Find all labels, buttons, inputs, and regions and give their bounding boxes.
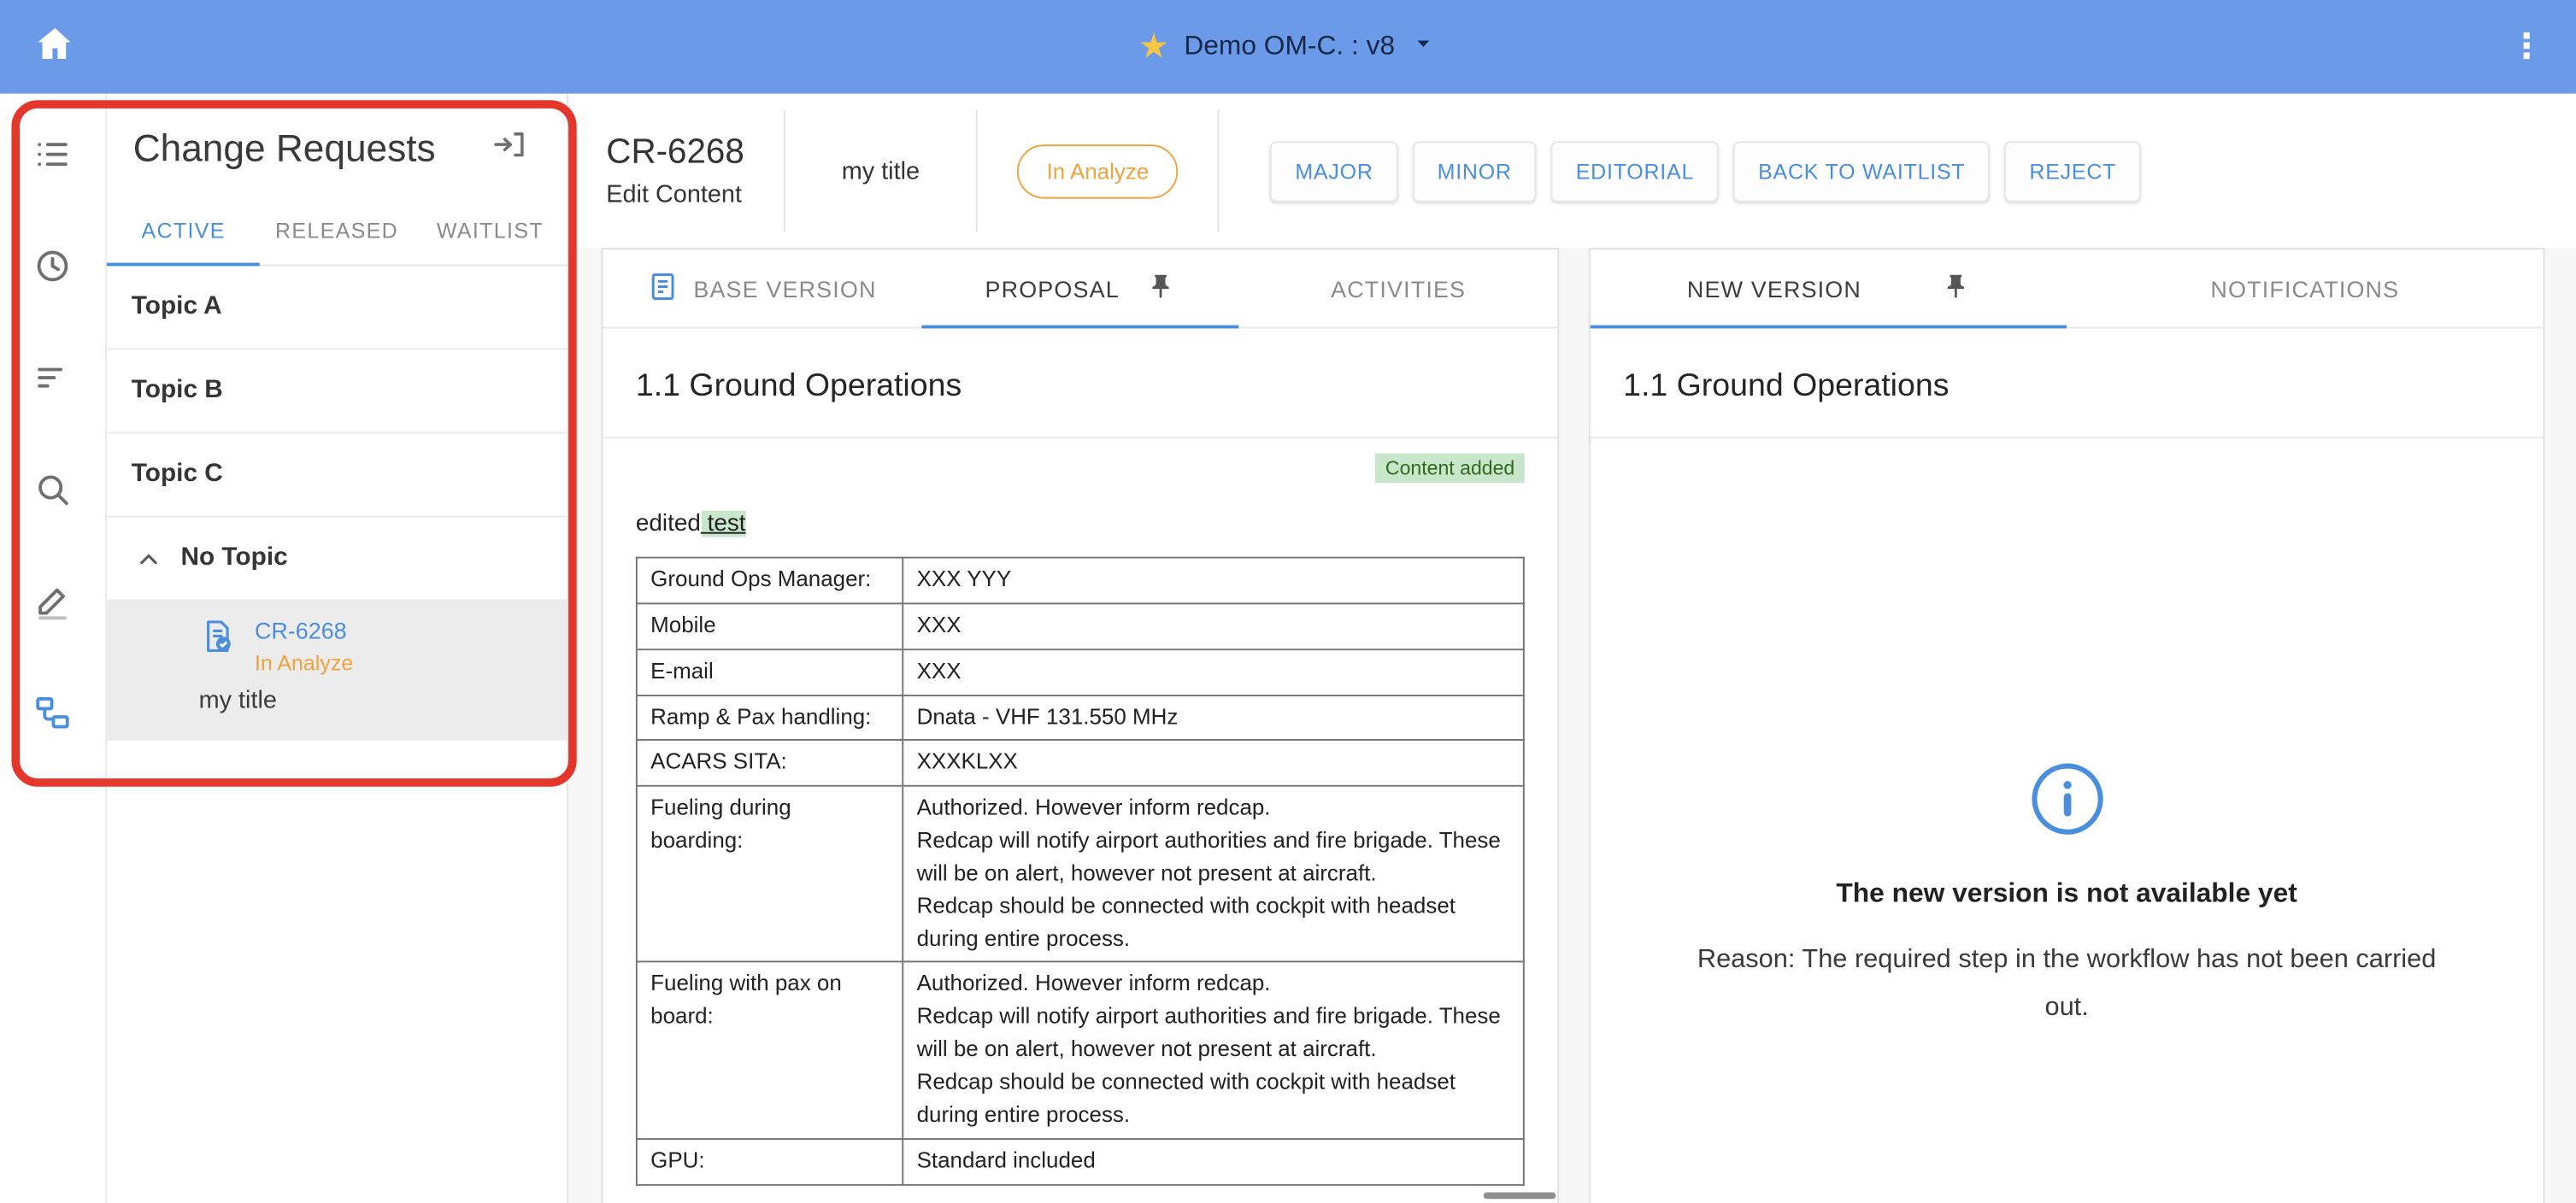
tab-base-version[interactable]: BASE VERSION [603, 249, 920, 326]
horizontal-scrollbar-thumb[interactable] [1484, 1193, 1556, 1200]
tab-notifications[interactable]: NOTIFICATIONS [2067, 249, 2543, 326]
document-icon [648, 270, 679, 306]
empty-state: The new version is not available yet Rea… [1623, 760, 2510, 1032]
edit-icon[interactable] [32, 580, 74, 623]
proposal-tabbar: BASE VERSION PROPOSAL ACTIVITIES [603, 249, 1557, 328]
table-row: ACARS SITA:XXXKLXX [637, 741, 1524, 787]
new-version-tabbar: NEW VERSION NOTIFICATIONS [1591, 249, 2544, 328]
history-icon[interactable] [32, 244, 74, 287]
topic-label: Topic C [132, 460, 223, 490]
change-type-chip: Content added [1375, 454, 1524, 484]
app-window: ★ Demo OM-C. : v8 ⋮ [0, 0, 2576, 1203]
divider [976, 110, 978, 232]
info-icon [1623, 760, 2510, 846]
overflow-menu-button[interactable]: ⋮ [2503, 26, 2550, 67]
status-badge: In Analyze [1017, 144, 1179, 197]
tab-label: BASE VERSION [693, 275, 876, 302]
chevron-down-icon [1409, 29, 1438, 65]
change-requests-panel: Change Requests ACTIVE RELEASED WAITLIST… [107, 94, 568, 1203]
pin-icon[interactable] [1942, 272, 1970, 304]
back-to-waitlist-button[interactable]: BACK TO WAITLIST [1733, 140, 1990, 201]
change-request-doc-icon [199, 618, 237, 664]
ground-ops-table: Ground Ops Manager:XXX YYY MobileXXX E-m… [636, 557, 1525, 1185]
pin-icon[interactable] [1147, 272, 1175, 304]
table-row: Fueling with pax on board:Authorized. Ho… [637, 962, 1524, 1138]
icon-rail [0, 94, 107, 1203]
sidebar-title: Change Requests [133, 126, 436, 171]
table-row: Ramp & Pax handling:Dnata - VHF 131.550 … [637, 695, 1524, 741]
new-version-panel: NEW VERSION NOTIFICATIONS 1.1 Ground Ope… [1589, 248, 2545, 1203]
tab-new-version[interactable]: NEW VERSION [1591, 249, 2067, 326]
topic-item-a[interactable]: Topic A [107, 266, 567, 349]
editorial-button[interactable]: EDITORIAL [1551, 140, 1719, 201]
topic-item-no-topic[interactable]: No Topic [107, 517, 567, 601]
topbar: ★ Demo OM-C. : v8 ⋮ [0, 0, 2576, 94]
home-button[interactable] [26, 19, 82, 74]
page-cr-id: CR-6268 [606, 133, 744, 173]
tab-waitlist[interactable]: WAITLIST [414, 197, 567, 265]
divider [1218, 110, 1220, 232]
table-row: Fueling during boarding:Authorized. Howe… [637, 786, 1524, 962]
page-mode-label: Edit Content [606, 180, 744, 208]
change-request-id: CR-6268 [255, 618, 353, 644]
reject-button[interactable]: REJECT [2005, 140, 2141, 201]
topic-label: No Topic [180, 543, 287, 573]
active-tab-underline [921, 325, 1239, 329]
workflow-actions: MAJOR MINOR EDITORIAL BACK TO WAITLIST R… [1271, 140, 2142, 201]
divider [1591, 437, 2544, 438]
major-button[interactable]: MAJOR [1271, 140, 1398, 201]
content-header: CR-6268 Edit Content my title In Analyze… [568, 94, 2576, 249]
sidebar-tabs: ACTIVE RELEASED WAITLIST [107, 197, 567, 267]
section-heading: 1.1 Ground Operations [1623, 328, 2510, 437]
table-row: E-mailXXX [637, 649, 1524, 695]
list-icon[interactable] [32, 133, 74, 176]
tab-active[interactable]: ACTIVE [107, 197, 260, 265]
chevron-up-icon [132, 544, 164, 572]
tab-activities[interactable]: ACTIVITIES [1239, 249, 1557, 326]
document-title: Demo OM-C. : v8 [1184, 32, 1395, 63]
content-area: CR-6268 Edit Content my title In Analyze… [568, 94, 2576, 1203]
proposal-panel: BASE VERSION PROPOSAL ACTIVITIES [602, 248, 1560, 1203]
panels-row: BASE VERSION PROPOSAL ACTIVITIES [568, 248, 2576, 1203]
empty-state-title: The new version is not available yet [1623, 878, 2510, 910]
hierarchy-icon[interactable] [32, 691, 74, 734]
empty-state-reason: Reason: The required step in the workflo… [1680, 938, 2452, 1033]
tab-label: ACTIVITIES [1331, 275, 1466, 302]
expand-panel-icon[interactable] [491, 126, 527, 171]
divider [603, 437, 1557, 438]
home-icon [33, 22, 74, 72]
active-tab-underline [107, 262, 260, 267]
topic-item-c[interactable]: Topic C [107, 433, 567, 517]
topic-label: Topic A [132, 292, 222, 322]
topic-item-b[interactable]: Topic B [107, 349, 567, 433]
tab-label: PROPOSAL [985, 275, 1120, 302]
change-request-status: In Analyze [255, 650, 353, 675]
plain-text: edited [636, 511, 701, 537]
minor-button[interactable]: MINOR [1413, 140, 1537, 201]
change-request-item-selected[interactable]: CR-6268 In Analyze my title [107, 602, 567, 741]
filter-icon[interactable] [32, 356, 74, 399]
document-switcher[interactable]: ★ Demo OM-C. : v8 [1138, 0, 1438, 94]
favorite-star-icon: ★ [1138, 30, 1169, 64]
table-row: MobileXXX [637, 603, 1524, 649]
search-icon[interactable] [32, 468, 74, 511]
change-request-title: my title [199, 686, 568, 714]
active-tab-underline [1591, 325, 2067, 329]
topic-list: Topic A Topic B Topic C No Topic [107, 266, 567, 741]
table-row: Ground Ops Manager:XXX YYY [637, 558, 1524, 604]
tab-proposal[interactable]: PROPOSAL [921, 249, 1239, 326]
section-heading: 1.1 Ground Operations [636, 328, 1525, 437]
tab-label: NEW VERSION [1687, 275, 1861, 302]
tab-released[interactable]: RELEASED [260, 197, 413, 265]
page-title: my title [825, 157, 937, 185]
edited-text-line[interactable]: edited test [636, 511, 1525, 537]
divider [784, 110, 785, 232]
table-row: GPU:Standard included [637, 1138, 1524, 1184]
topic-label: Topic B [132, 376, 223, 406]
tab-label: NOTIFICATIONS [2210, 275, 2399, 302]
inserted-text: test [701, 511, 746, 537]
